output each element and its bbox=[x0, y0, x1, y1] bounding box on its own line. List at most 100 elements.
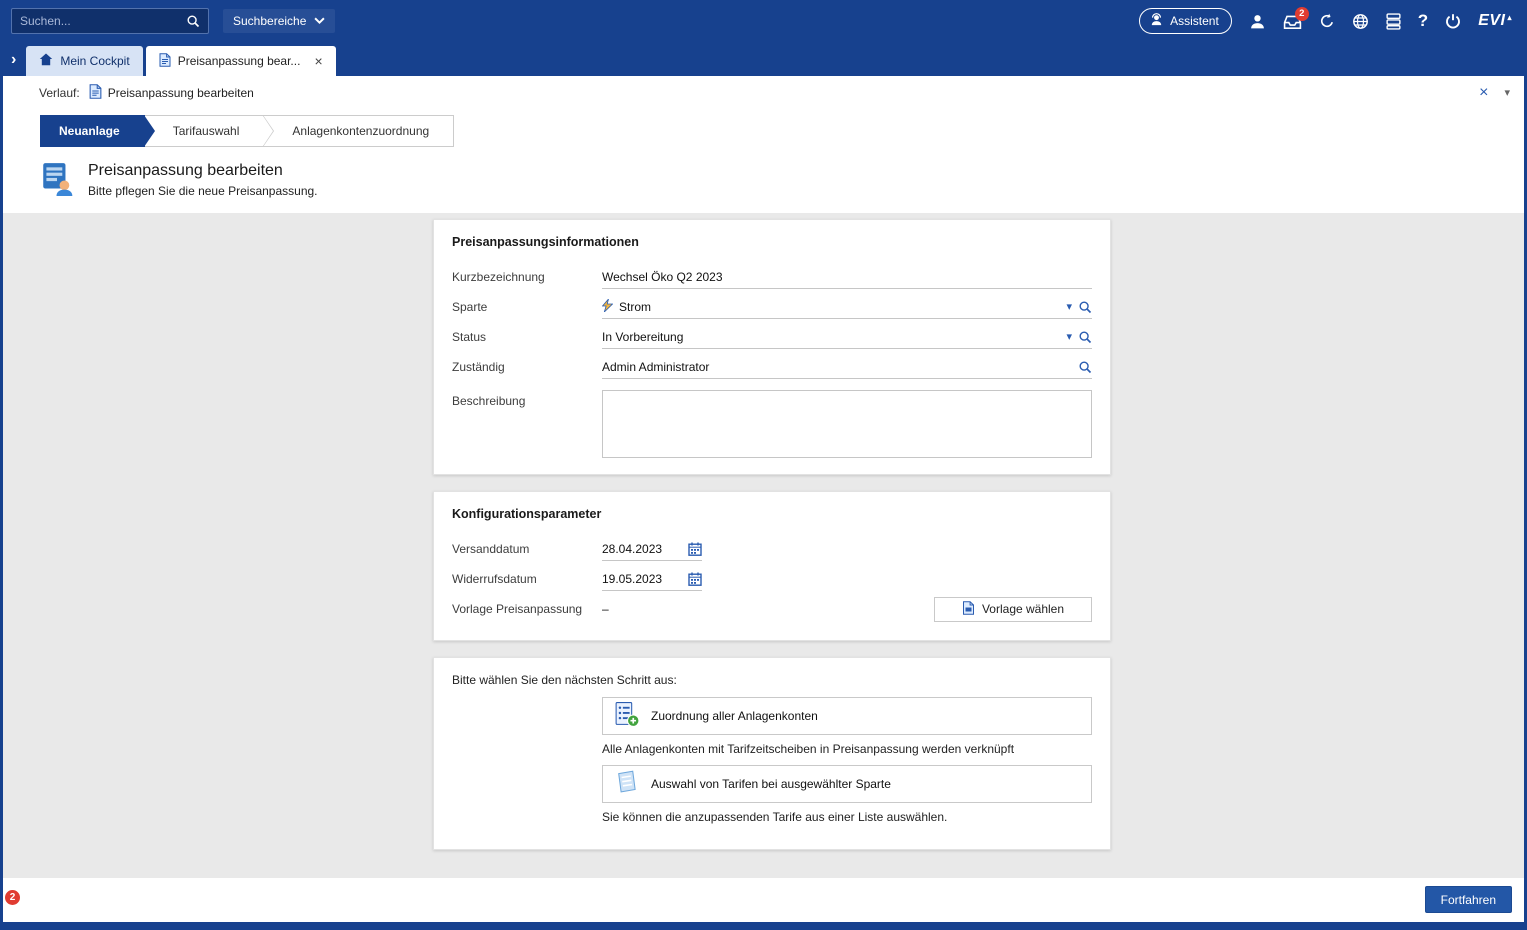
wizard-step-neuanlage[interactable]: Neuanlage bbox=[40, 115, 145, 147]
assistant-button[interactable]: Assistent bbox=[1139, 8, 1232, 34]
versanddatum-row: Versanddatum 28.04.2023 bbox=[452, 534, 1092, 564]
wizard-step-anlagenkontenzuordnung[interactable]: Anlagenkontenzuordnung bbox=[264, 115, 454, 147]
status-row: Status In Vorbereitung ▾ bbox=[452, 322, 1092, 352]
step-label: Tarifauswahl bbox=[173, 124, 240, 138]
chevron-down-icon[interactable]: ▾ bbox=[1066, 300, 1072, 313]
card-title: Preisanpassungsinformationen bbox=[452, 235, 1092, 249]
field-label: Beschreibung bbox=[452, 390, 602, 408]
card-title: Konfigurationsparameter bbox=[452, 507, 1092, 521]
global-search[interactable] bbox=[11, 8, 209, 34]
page-title: Preisanpassung bearbeiten bbox=[88, 162, 318, 180]
tab-mein-cockpit[interactable]: Mein Cockpit bbox=[26, 46, 142, 76]
history-actions: × ▾ bbox=[1479, 85, 1510, 101]
status-value: In Vorbereitung bbox=[602, 330, 683, 344]
power-icon[interactable] bbox=[1445, 13, 1461, 29]
history-label: Verlauf: bbox=[39, 86, 80, 100]
widerrufsdatum-value: 19.05.2023 bbox=[602, 572, 662, 586]
option2-row: Auswahl von Tarifen bei ausgewählter Spa… bbox=[452, 765, 1092, 803]
evi-logo: EVI ▴ bbox=[1478, 12, 1512, 30]
field-label: Kurzbezeichnung bbox=[452, 270, 602, 284]
assistant-label: Assistent bbox=[1170, 14, 1219, 28]
content-area: Preisanpassungsinformationen Kurzbezeich… bbox=[3, 213, 1524, 878]
template-icon bbox=[962, 601, 975, 618]
calendar-icon[interactable] bbox=[688, 542, 702, 556]
lookup-icon[interactable] bbox=[1078, 300, 1092, 314]
field-label: Sparte bbox=[452, 300, 602, 314]
next-step-prompt: Bitte wählen Sie den nächsten Schritt au… bbox=[452, 673, 1092, 687]
field-label: Vorlage Preisanpassung bbox=[452, 602, 602, 616]
vorlage-row: Vorlage Preisanpassung – Vorlage wählen bbox=[452, 594, 1092, 624]
tab-preisanpassung[interactable]: Preisanpassung bear... × bbox=[146, 46, 336, 76]
chevron-down-icon bbox=[314, 14, 325, 28]
assistant-icon bbox=[1149, 12, 1164, 30]
choose-template-button[interactable]: Vorlage wählen bbox=[934, 597, 1092, 622]
beschreibung-row: Beschreibung bbox=[452, 390, 1092, 458]
kurzbezeichnung-field bbox=[602, 265, 1092, 289]
electricity-icon bbox=[602, 299, 613, 315]
tab-label: Preisanpassung bear... bbox=[178, 54, 301, 68]
field-label: Status bbox=[452, 330, 602, 344]
brand-text: EVI bbox=[1478, 12, 1505, 30]
status-field[interactable]: In Vorbereitung ▾ bbox=[602, 325, 1092, 349]
sparte-field[interactable]: Strom ▾ bbox=[602, 295, 1092, 319]
close-icon[interactable]: × bbox=[1479, 85, 1488, 101]
breadcrumb[interactable]: Preisanpassung bearbeiten bbox=[89, 84, 254, 102]
tab-close-icon[interactable]: × bbox=[314, 54, 322, 68]
history-bar: Verlauf: Preisanpassung bearbeiten × ▾ bbox=[3, 76, 1524, 109]
page-header-text: Preisanpassung bearbeiten Bitte pflegen … bbox=[88, 161, 318, 213]
breadcrumb-item-label: Preisanpassung bearbeiten bbox=[108, 86, 254, 100]
next-step-card: Bitte wählen Sie den nächsten Schritt au… bbox=[433, 657, 1111, 850]
top-bar: Suchbereiche Assistent 2 bbox=[3, 0, 1524, 42]
search-input[interactable] bbox=[20, 14, 186, 28]
configuration-card: Konfigurationsparameter Versanddatum 28.… bbox=[433, 491, 1111, 641]
select-tariffs-button[interactable]: Auswahl von Tarifen bei ausgewählter Spa… bbox=[602, 765, 1092, 803]
field-label: Versanddatum bbox=[452, 542, 602, 556]
widerrufsdatum-field[interactable]: 19.05.2023 bbox=[602, 567, 702, 591]
search-areas-dropdown[interactable]: Suchbereiche bbox=[223, 9, 335, 33]
page-header-icon bbox=[39, 161, 75, 213]
zustaendig-value: Admin Administrator bbox=[602, 360, 709, 374]
home-icon bbox=[39, 53, 53, 69]
kurzbezeichnung-row: Kurzbezeichnung bbox=[452, 262, 1092, 292]
select-tariffs-label: Auswahl von Tarifen bei ausgewählter Spa… bbox=[651, 777, 891, 791]
user-icon[interactable] bbox=[1249, 13, 1266, 30]
zustaendig-field[interactable]: Admin Administrator bbox=[602, 355, 1092, 379]
chevron-down-icon[interactable]: ▾ bbox=[1066, 330, 1072, 343]
step-label: Anlagenkontenzuordnung bbox=[292, 124, 429, 138]
wizard-steps: Neuanlage Tarifauswahl Anlagenkontenzuor… bbox=[3, 109, 1524, 151]
kurzbezeichnung-input[interactable] bbox=[602, 270, 1092, 284]
beschreibung-textarea[interactable] bbox=[602, 390, 1092, 458]
calendar-icon[interactable] bbox=[688, 572, 702, 586]
server-icon[interactable] bbox=[1386, 13, 1401, 30]
field-label: Zuständig bbox=[452, 360, 602, 374]
page-header: Preisanpassung bearbeiten Bitte pflegen … bbox=[3, 151, 1524, 213]
lookup-icon[interactable] bbox=[1078, 330, 1092, 344]
price-adjustment-info-card: Preisanpassungsinformationen Kurzbezeich… bbox=[433, 219, 1111, 475]
topbar-right-cluster: Assistent 2 ? EVI bbox=[1139, 8, 1512, 34]
search-areas-label: Suchbereiche bbox=[233, 14, 306, 28]
select-tariffs-desc: Sie können die anzupassenden Tarife aus … bbox=[602, 803, 1092, 833]
sparte-value: Strom bbox=[619, 300, 651, 314]
help-icon[interactable]: ? bbox=[1418, 11, 1428, 31]
lookup-icon[interactable] bbox=[1078, 360, 1092, 374]
evi-mark-icon: ▴ bbox=[1507, 13, 1512, 22]
option2-desc-row: Sie können die anzupassenden Tarife aus … bbox=[452, 803, 1092, 833]
account-list-plus-icon bbox=[613, 701, 640, 731]
wizard-step-tarifauswahl[interactable]: Tarifauswahl bbox=[145, 115, 265, 147]
choose-template-label: Vorlage wählen bbox=[982, 602, 1064, 616]
app-window: Suchbereiche Assistent 2 bbox=[0, 0, 1527, 930]
versanddatum-field[interactable]: 28.04.2023 bbox=[602, 537, 702, 561]
inbox-icon[interactable]: 2 bbox=[1283, 13, 1302, 30]
page-subtitle: Bitte pflegen Sie die neue Preisanpassun… bbox=[88, 184, 318, 198]
redo-icon[interactable] bbox=[1319, 13, 1335, 29]
option1-row: Zuordnung aller Anlagenkonten bbox=[452, 697, 1092, 735]
tabs-expand-icon[interactable]: › bbox=[11, 51, 16, 69]
globe-icon[interactable] bbox=[1352, 13, 1369, 30]
search-icon[interactable] bbox=[186, 14, 200, 28]
continue-button[interactable]: Fortfahren bbox=[1425, 886, 1512, 913]
window-bottom-border bbox=[3, 922, 1524, 930]
tab-label: Mein Cockpit bbox=[60, 54, 129, 68]
assign-all-accounts-button[interactable]: Zuordnung aller Anlagenkonten bbox=[602, 697, 1092, 735]
tariff-notes-icon bbox=[613, 769, 640, 799]
chevron-down-icon[interactable]: ▾ bbox=[1504, 86, 1510, 99]
